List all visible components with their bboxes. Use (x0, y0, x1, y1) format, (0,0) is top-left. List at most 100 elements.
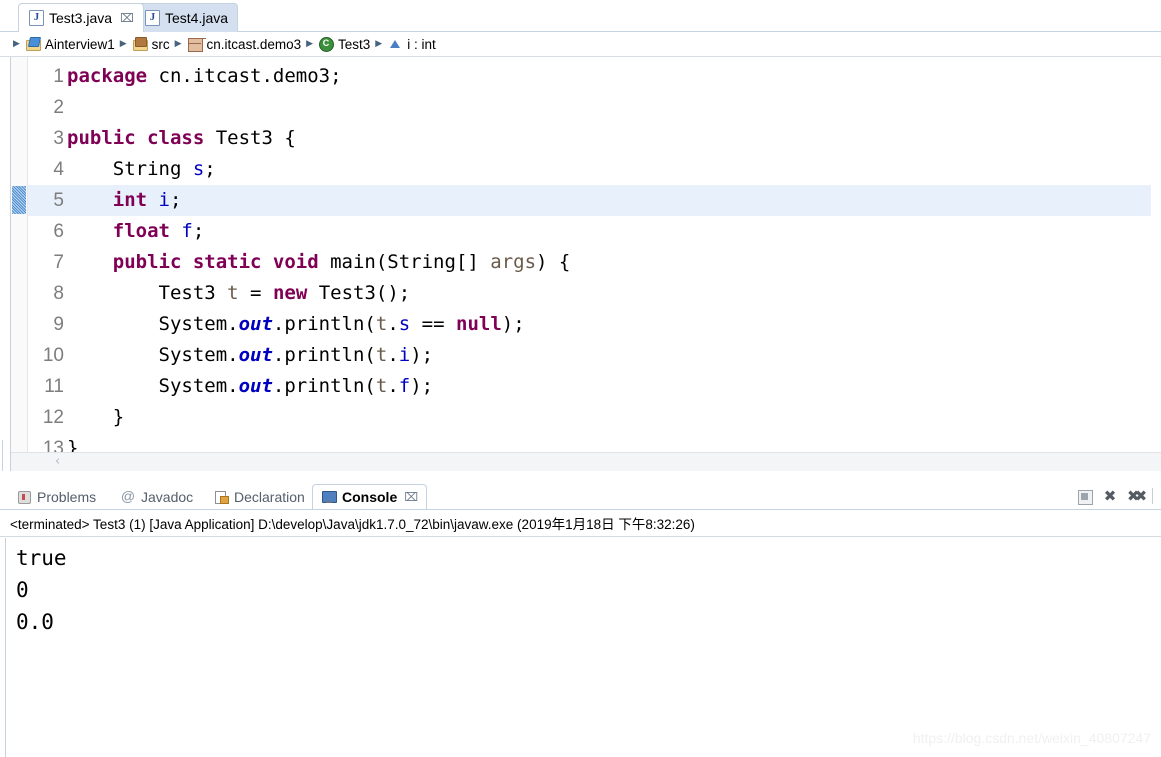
code-token: package (67, 65, 148, 87)
java-file-icon (29, 10, 44, 26)
java-project-icon (25, 36, 41, 52)
code-line[interactable]: 4 String s; (28, 154, 1151, 185)
close-icon[interactable]: ⌧ (120, 12, 134, 24)
remove-launch-icon[interactable]: ✖ (1102, 488, 1118, 504)
code-line-text: System.out.println(t.s == null); (64, 309, 525, 340)
tab-problems[interactable]: Problems (8, 484, 104, 509)
code-token: Test3 { (204, 127, 296, 149)
line-number: 4 (53, 159, 64, 180)
tab-label: Problems (37, 488, 97, 505)
code-token: ; (170, 189, 182, 211)
code-token: t (375, 375, 388, 397)
line-number: 2 (53, 97, 64, 118)
code-line-text: package cn.itcast.demo3; (64, 61, 342, 92)
close-icon[interactable]: ⌧ (404, 490, 418, 504)
editor-tab-test4[interactable]: Test4.java (134, 3, 239, 32)
line-number: 12 (42, 407, 64, 428)
breadcrumb-item-package[interactable]: cn.itcast.demo3 (187, 36, 302, 52)
code-line-text: System.out.println(t.f); (64, 371, 434, 402)
field-icon (387, 36, 403, 52)
code-line[interactable]: 10 System.out.println(t.i); (28, 340, 1151, 371)
code-token: new (272, 282, 308, 304)
code-line[interactable]: 1 package cn.itcast.demo3; (28, 61, 1151, 92)
code-line[interactable]: 11 System.out.println(t.f); (28, 371, 1151, 402)
line-number: 9 (53, 314, 64, 335)
breadcrumb-item-class[interactable]: Test3 (318, 36, 370, 52)
bottom-panel: Problems Javadoc Declaration Console ⌧ ✖… (0, 481, 1161, 757)
code-token: t (227, 282, 239, 304)
code-token: s (398, 313, 411, 335)
code-token: ); (410, 375, 434, 397)
code-line[interactable]: 12 } (28, 402, 1151, 433)
code-line[interactable]: 5 int i; (28, 185, 1151, 216)
code-token: ); (501, 313, 525, 335)
declaration-icon (213, 489, 229, 505)
editor-horizontal-scrollbar[interactable] (11, 452, 1161, 473)
tab-javadoc[interactable]: Javadoc (112, 484, 201, 509)
code-token: ) { (536, 251, 571, 273)
code-lines-container[interactable]: 1 package cn.itcast.demo3; 2 3 public class … (28, 57, 1151, 481)
code-line-text: String s; (64, 154, 216, 185)
editor-tab-bar: Test3.java ⌧ Test4.java (0, 0, 1161, 32)
code-line[interactable]: 9 System.out.println(t.s == null); (28, 309, 1151, 340)
console-icon (321, 489, 337, 505)
code-token: System. (67, 375, 239, 397)
javadoc-icon (120, 488, 136, 505)
tab-label: Javadoc (141, 488, 194, 505)
chevron-right-icon: ▶ (375, 39, 383, 49)
tab-label: Declaration (234, 488, 305, 505)
code-line-text: public class Test3 { (64, 123, 296, 154)
tab-label: Console (342, 489, 398, 505)
code-token: args (490, 251, 537, 273)
tab-declaration[interactable]: Declaration (205, 484, 313, 509)
code-line[interactable]: 7 public static void main(String[] args)… (28, 247, 1151, 278)
code-line[interactable]: 2 (28, 92, 1151, 123)
breadcrumb-label: cn.itcast.demo3 (206, 36, 302, 52)
line-number: 1 (53, 66, 64, 87)
code-token: Test3 (67, 282, 228, 304)
code-token: out (238, 313, 273, 335)
line-number: 3 (53, 128, 64, 149)
code-token: out (238, 344, 273, 366)
problems-icon (16, 489, 32, 505)
breadcrumb-item-field[interactable]: i : int (387, 36, 436, 52)
code-line-text: System.out.println(t.i); (64, 340, 434, 371)
remove-all-terminated-icon[interactable]: ✖✖ (1127, 488, 1147, 504)
breadcrumb-label: Ainterview1 (44, 36, 115, 52)
code-line-text: float f; (64, 216, 205, 247)
editor-tab-test3[interactable]: Test3.java ⌧ (18, 3, 144, 32)
code-token: ; (204, 158, 216, 180)
terminate-icon[interactable] (1077, 488, 1093, 505)
code-line[interactable]: 6 float f; (28, 216, 1151, 247)
code-token: == (410, 313, 456, 335)
code-token: . (387, 313, 399, 335)
code-token: = (238, 282, 273, 304)
line-number: 5 (53, 190, 64, 211)
editor-marker-gutter[interactable] (11, 57, 28, 481)
tab-console[interactable]: Console ⌧ (312, 484, 428, 509)
breadcrumb-item-src[interactable]: src (132, 36, 170, 52)
breadcrumb: ▶ Ainterview1 ▶ src ▶ cn.itcast.demo3 ▶ … (0, 32, 1161, 57)
code-line[interactable]: 8 Test3 t = new Test3(); (28, 278, 1151, 309)
code-line[interactable]: 3 public class Test3 { (28, 123, 1151, 154)
line-number: 6 (53, 221, 64, 242)
breadcrumb-item-project[interactable]: Ainterview1 (25, 36, 115, 52)
console-status-divider (0, 536, 1161, 537)
code-token: Test3(); (307, 282, 411, 304)
scroll-left-icon[interactable]: ‹ (55, 455, 60, 469)
console-toolbar: ✖ ✖✖ (1077, 486, 1153, 506)
watermark: https://blog.csdn.net/weixin_40807247 (912, 730, 1151, 746)
code-line-text: public static void main(String[] args) { (64, 247, 571, 278)
code-token: t (375, 344, 388, 366)
console-tab-bar: Problems Javadoc Declaration Console ⌧ ✖… (0, 481, 1161, 509)
console-view[interactable]: <terminated> Test3 (1) [Java Application… (0, 509, 1161, 757)
source-folder-icon (132, 36, 148, 52)
code-token: f (181, 220, 193, 242)
code-token: i (158, 189, 170, 211)
code-token: f (398, 375, 411, 397)
chevron-right-icon: ▶ (13, 39, 20, 49)
code-editor[interactable]: 1 package cn.itcast.demo3; 2 3 public class … (0, 57, 1161, 481)
